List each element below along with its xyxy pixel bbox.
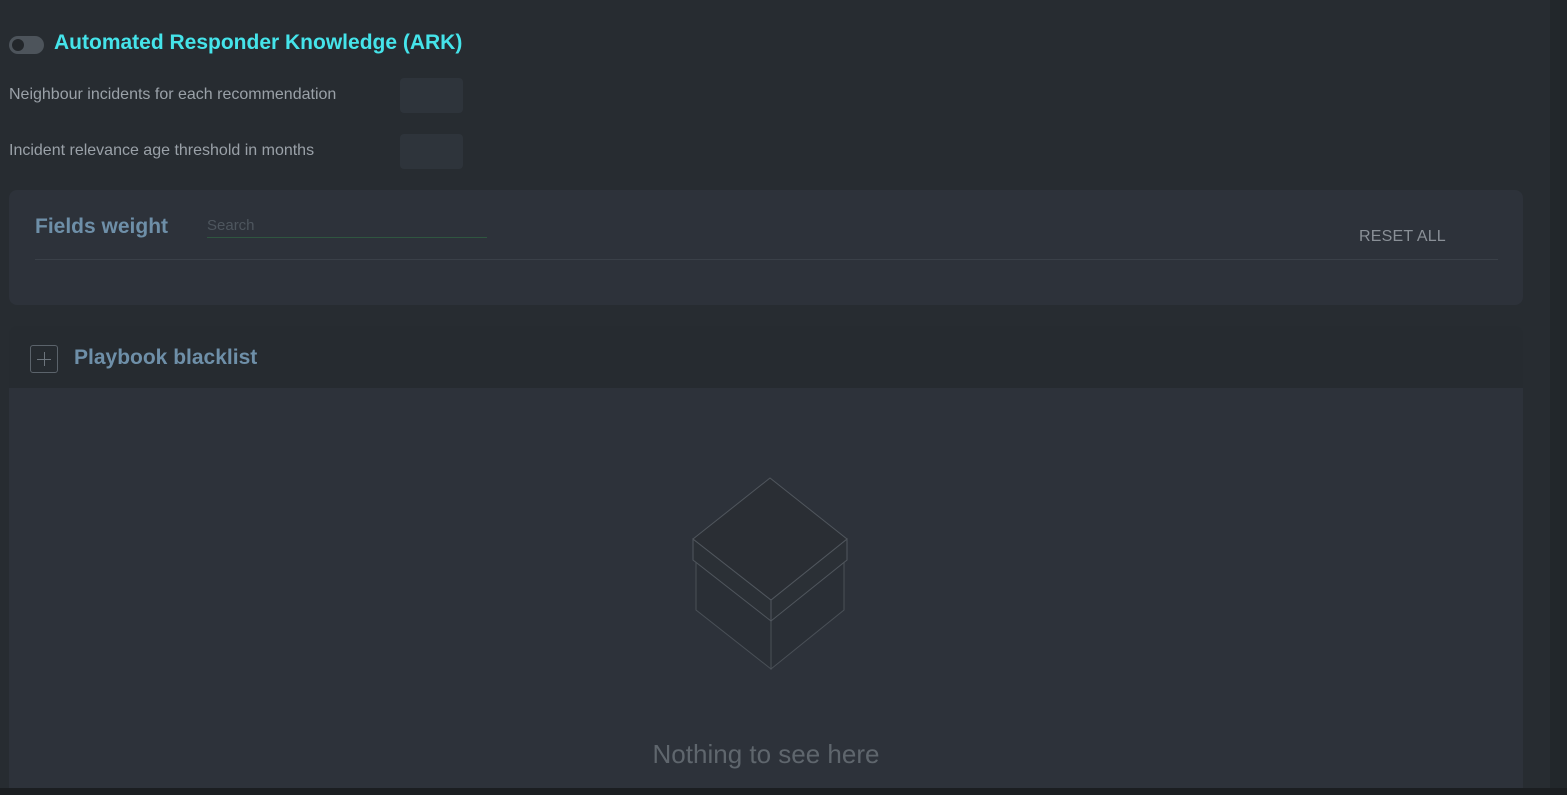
ark-enable-toggle[interactable] xyxy=(9,36,44,54)
playbook-blacklist-title: Playbook blacklist xyxy=(74,346,258,369)
neighbour-incidents-label: Neighbour incidents for each recommendat… xyxy=(9,86,337,103)
bottom-edge xyxy=(0,788,1567,795)
playbook-blacklist-panel: Playbook blacklist Nothing to see here xyxy=(9,326,1523,788)
fields-weight-title: Fields weight xyxy=(35,215,169,238)
playbook-blacklist-header: Playbook blacklist xyxy=(9,326,1523,388)
relevance-age-label: Incident relevance age threshold in mont… xyxy=(9,142,315,159)
empty-box-icon xyxy=(692,477,848,671)
empty-state-message: Nothing to see here xyxy=(652,739,880,769)
fields-weight-panel: Fields weight RESET ALL xyxy=(9,190,1523,305)
neighbour-incidents-input[interactable] xyxy=(400,78,463,113)
fields-search-input[interactable] xyxy=(207,214,487,238)
fields-divider xyxy=(35,259,1498,260)
reset-all-button[interactable]: RESET ALL xyxy=(1359,228,1446,246)
scrollbar-track[interactable] xyxy=(1550,0,1567,795)
relevance-age-input[interactable] xyxy=(400,134,463,169)
add-playbook-button[interactable] xyxy=(30,345,58,373)
toggle-knob xyxy=(12,39,24,51)
ark-settings-page: Automated Responder Knowledge (ARK) Neig… xyxy=(0,0,1550,788)
ark-title: Automated Responder Knowledge (ARK) xyxy=(54,31,463,54)
